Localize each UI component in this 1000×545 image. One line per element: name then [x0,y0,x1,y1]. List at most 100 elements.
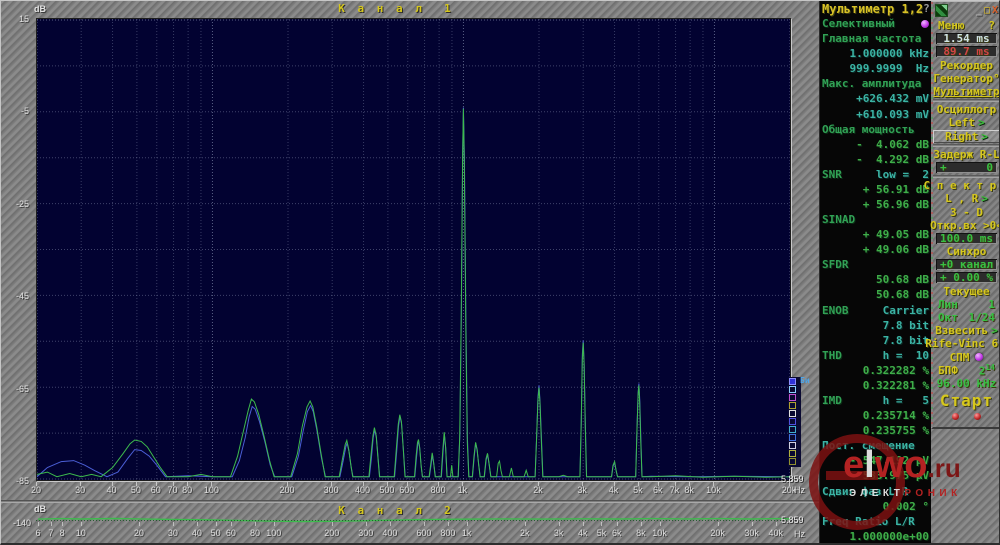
mm-value: - 4.292 dB [856,153,929,167]
x-tick-mark [38,522,39,526]
mm-label: Селективный [822,17,895,31]
channel2-x-axis-unit: Hz [794,529,805,539]
chevron-right-icon: > [981,130,988,143]
marker-swatch[interactable] [789,378,796,385]
marker-swatch[interactable] [789,402,796,409]
control-titlebar: _ □ X [933,2,1000,19]
panel-button[interactable]: Меню? [933,19,1000,32]
marker-swatch[interactable] [789,386,796,393]
panel-button[interactable]: Left> [933,116,1000,129]
channel1-y-axis-unit: dB [34,4,46,14]
marker-swatch[interactable] [789,426,796,433]
x-tick-mark [274,522,275,526]
mm-value: 50.68 dB [876,273,929,287]
multimeter-row: + 56.91 dB [822,183,929,197]
panel-button[interactable]: Right> [933,130,1000,143]
mm-value: +610.093 mV [856,108,929,122]
help-icon[interactable]: ? [988,19,995,32]
x-tick-label: 3k [554,528,564,538]
app-icon [935,4,948,17]
x-tick-label: 60 [151,485,161,495]
panel-button[interactable]: СПМ [933,351,1000,364]
marker-swatch[interactable] [789,434,796,441]
multimeter-row: SNR low = 2 [822,168,929,182]
channel2-y-floor-label: -140 [5,518,31,528]
led-indicator [975,353,983,361]
maximize-button[interactable]: □ [984,6,990,16]
panel-button[interactable]: Рекордер [933,59,1000,72]
panel-button[interactable]: Взвесить> [933,324,1000,337]
close-button[interactable]: X [992,6,998,16]
panel-button[interactable]: Осциллогр [933,103,1000,116]
x-tick-mark [366,522,367,526]
marker-caption: Би [800,376,810,385]
x-tick-label: 10k [652,528,667,538]
x-tick-label: 8k [684,485,694,495]
marker-swatch[interactable] [789,418,796,425]
panel-button[interactable]: Генератор° [933,72,1000,85]
readout-display: +0 канал [933,258,1000,271]
mm-label: IMD [822,394,842,408]
mm-value: h = 5 [883,394,929,408]
marker-swatch[interactable] [789,450,796,457]
multimeter-panel: Мультиметр 1,2?СелективныйГлавная частот… [819,1,931,545]
multimeter-row: 50.68 dB [822,273,929,287]
panel-button[interactable]: 3 - D [933,205,1000,218]
x-tick-mark [255,522,256,526]
x-tick-label: 400 [382,528,397,538]
marker-swatch[interactable] [789,394,796,401]
mm-label: SNR [822,168,842,182]
panel-button[interactable]: Текущее [933,285,1000,298]
multimeter-row: SINAD [822,213,929,227]
x-tick-mark [660,522,661,526]
x-tick-mark [617,522,618,526]
channel2-canvas[interactable] [36,504,801,528]
minimize-button[interactable]: _ [976,6,982,16]
panel-button[interactable]: Синхро [933,245,1000,258]
x-tick-mark [51,522,52,526]
x-tick-label: 7 [48,528,53,538]
panel-button[interactable]: Задерж R-L [933,148,1000,161]
y-tick-label: -25 [1,199,29,209]
marker-swatch[interactable] [789,410,796,417]
mm-value: low = 2 [876,168,929,182]
channel1-plot[interactable] [36,18,791,481]
panel-button[interactable]: С п е к т р ы [933,179,1000,192]
x-tick-label: 4k [609,485,619,495]
mm-label: Freq Ratio L/R [822,515,915,529]
x-tick-label: 1k [458,485,468,495]
multimeter-row: +626.432 mV [822,92,929,106]
multimeter-row: 50.68 dB [822,288,929,302]
mm-value: 0.322281 % [863,379,929,393]
mm-value: 7.8 bit [883,334,929,348]
spectralab-window: К а н а л 1 dB 15-5-25-45-65-85 20304050… [0,0,1000,545]
panel-button[interactable]: Rife-Vinc 6> [933,337,1000,350]
x-tick-mark [62,522,63,526]
mm-label: Сдвиг фаз L-R [822,485,908,499]
x-tick-mark [424,522,425,526]
mm-value: 0.322282 % [863,364,929,378]
channel1-resolution-readout: 5.859 [781,474,804,484]
marker-swatch[interactable] [789,442,796,449]
x-tick-mark [332,522,333,526]
x-tick-label: 40 [192,528,202,538]
panel-button[interactable]: Мультиметр [933,85,1000,98]
channel1-x-axis-unit: Hz [794,485,805,495]
panel-button[interactable]: L , R> [933,192,1000,205]
x-tick-label: 30 [75,485,85,495]
marker-swatch[interactable] [789,458,796,465]
mm-value: 0.235755 % [863,424,929,438]
x-tick-label: 70 [168,485,178,495]
x-tick-label: 5k [597,528,607,538]
multimeter-row: 1.000000e+00 [822,530,929,544]
mm-value: - 4.062 dB [856,138,929,152]
y-tick-label: -5 [1,106,29,116]
multimeter-row: Freq Ratio L/R [822,515,929,529]
status-leds [933,410,1000,423]
panel-button[interactable]: Откр.вх >0< [933,219,1000,232]
x-tick-mark [231,522,232,526]
x-tick-mark [390,522,391,526]
x-tick-label: 600 [416,528,431,538]
start-button[interactable]: Старт [933,390,1000,410]
mm-label: SFDR [822,258,849,272]
